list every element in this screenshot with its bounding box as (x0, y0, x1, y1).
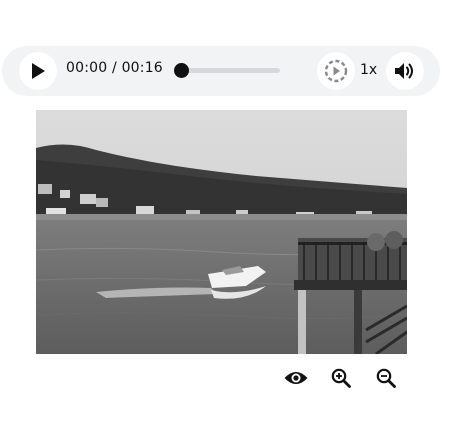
volume-button[interactable] (386, 52, 424, 90)
play-icon (32, 63, 45, 79)
lake-photo (36, 110, 407, 354)
audio-player: 00:00 / 00:16 1x (2, 46, 440, 96)
zoom-in-icon (331, 368, 351, 388)
playback-speed-icon (324, 59, 348, 83)
view-button[interactable] (283, 365, 309, 391)
zoom-out-button[interactable] (373, 365, 399, 391)
progress-track[interactable] (178, 68, 280, 73)
zoom-out-icon (376, 368, 396, 388)
volume-icon (395, 63, 413, 79)
time-display: 00:00 / 00:16 (66, 60, 163, 76)
speed-label[interactable]: 1x (360, 62, 377, 78)
eye-icon (284, 372, 308, 384)
zoom-in-button[interactable] (328, 365, 354, 391)
playback-speed-button[interactable] (317, 52, 355, 90)
progress-thumb[interactable] (174, 63, 189, 78)
play-button[interactable] (19, 52, 57, 90)
